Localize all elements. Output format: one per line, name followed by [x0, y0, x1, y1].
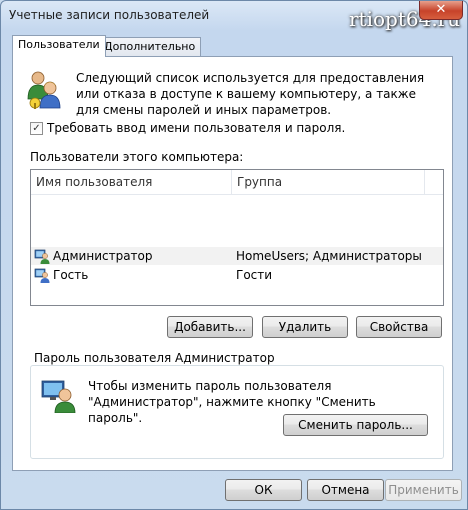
window-title: Учетные записи пользователей	[9, 8, 210, 22]
tab-advanced[interactable]: Дополнительно	[98, 37, 202, 56]
close-button[interactable]: ✕	[419, 1, 463, 20]
user-icon	[34, 267, 50, 288]
user-group: Гости	[236, 268, 273, 282]
password-group-title: Пароль пользователя Администратор	[32, 351, 277, 365]
tab-users[interactable]: Пользователи	[12, 35, 106, 57]
admin-user-icon	[41, 379, 77, 416]
column-header-username[interactable]: Имя пользователя	[31, 170, 232, 194]
tab-panel-users: Следующий список используется для предос…	[12, 56, 453, 471]
remove-user-button[interactable]: Удалить	[262, 316, 348, 338]
change-password-button[interactable]: Сменить пароль...	[283, 414, 428, 436]
user-name: Администратор	[53, 249, 153, 263]
list-header: Имя пользователя Группа	[31, 170, 443, 195]
users-icon	[26, 69, 62, 112]
users-list-caption: Пользователи этого компьютера:	[30, 150, 244, 164]
column-header-group[interactable]: Группа	[232, 170, 427, 194]
column-divider[interactable]	[424, 170, 425, 194]
cancel-button[interactable]: Отмена	[307, 479, 384, 501]
require-login-checkbox[interactable]: ✓	[30, 122, 43, 135]
user-accounts-window: Учетные записи пользователей rtiopt64.ru…	[0, 0, 468, 510]
require-login-label[interactable]: Требовать ввод имени пользователя и паро…	[47, 121, 345, 135]
add-user-button[interactable]: Добавить...	[167, 316, 253, 338]
user-name: Гость	[53, 268, 89, 282]
intro-text: Следующий список используется для предос…	[76, 71, 425, 117]
table-row[interactable]: Администратор HomeUsers; Администраторы	[31, 247, 443, 265]
user-group: HomeUsers; Администраторы	[236, 249, 422, 263]
users-listview[interactable]: Имя пользователя Группа Администратор Ho…	[30, 169, 444, 306]
ok-button[interactable]: ОК	[225, 479, 302, 501]
table-row[interactable]: Гость Гости	[31, 266, 443, 284]
properties-button[interactable]: Свойства	[356, 316, 442, 338]
apply-button[interactable]: Применить	[385, 479, 462, 501]
